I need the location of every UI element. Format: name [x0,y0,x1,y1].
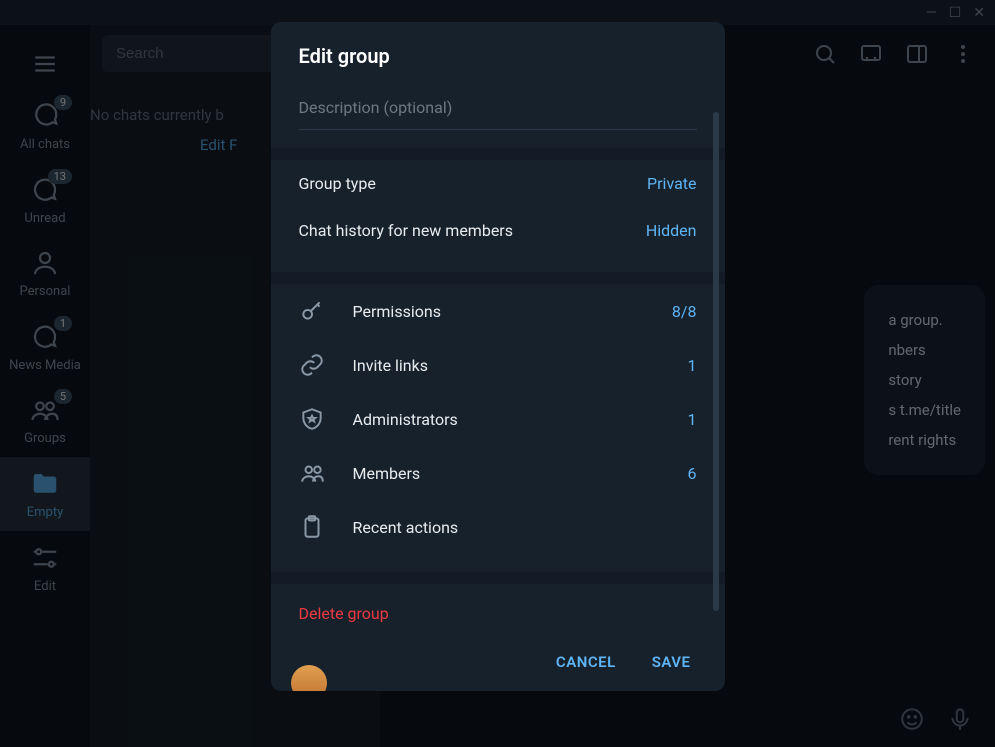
row-label: Members [353,464,688,483]
row-value: 6 [688,464,697,483]
row-group-type[interactable]: Group type Private [271,160,725,207]
row-value: 1 [688,356,697,375]
people-icon [299,460,325,486]
row-label: Permissions [353,302,672,321]
row-value: 1 [688,410,697,429]
divider [271,272,725,284]
row-label: Administrators [353,410,688,429]
row-administrators[interactable]: Administrators 1 [271,392,725,446]
row-label: Group type [299,174,648,193]
row-invite-links[interactable]: Invite links 1 [271,338,725,392]
dialog-scrollbar[interactable] [713,112,719,611]
row-members[interactable]: Members 6 [271,446,725,500]
row-recent-actions[interactable]: Recent actions [271,500,725,554]
key-icon [299,298,325,324]
description-input[interactable]: Description (optional) [299,92,697,130]
row-label: Invite links [353,356,688,375]
modal-overlay[interactable]: Edit group Description (optional) Group … [0,0,995,747]
delete-group-button[interactable]: Delete group [271,584,725,635]
chat-row-peek [291,665,327,691]
divider [271,148,725,160]
avatar [291,665,327,691]
row-value: Hidden [646,221,697,240]
row-permissions[interactable]: Permissions 8/8 [271,284,725,338]
row-label: Chat history for new members [299,221,646,240]
clipboard-icon [299,514,325,540]
link-icon [299,352,325,378]
edit-group-dialog: Edit group Description (optional) Group … [271,22,725,691]
dialog-actions: CANCEL SAVE [271,635,725,691]
row-chat-history[interactable]: Chat history for new members Hidden [271,207,725,254]
row-value: 8/8 [672,302,697,321]
divider [271,572,725,584]
save-button[interactable]: SAVE [652,653,691,671]
shield-star-icon [299,406,325,432]
dialog-title: Edit group [271,22,725,82]
row-value: Private [647,174,696,193]
cancel-button[interactable]: CANCEL [556,653,616,671]
row-label: Recent actions [353,518,697,537]
